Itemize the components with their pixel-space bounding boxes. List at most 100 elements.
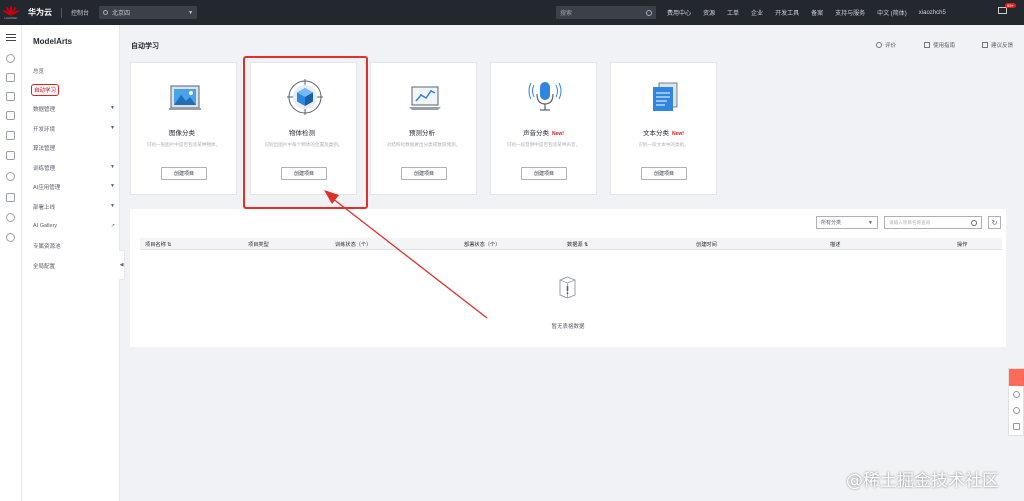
sidebar-item-overview[interactable]: 总览 [33, 67, 115, 75]
search-icon[interactable] [646, 9, 652, 16]
floating-toolbar [1008, 368, 1024, 436]
sidebar-item-deployment[interactable]: 部署上线 ▼ [33, 203, 115, 211]
card-name: 图像分类 [169, 130, 195, 137]
feedback-link[interactable]: 建议反馈 [982, 41, 1013, 49]
text-classification-icon [653, 82, 678, 111]
search-icon[interactable] [971, 219, 977, 226]
column-project-name[interactable]: 项目名称 ⇅ [145, 241, 172, 248]
card-description: 识别一张图片中是否包含某种物体。 [146, 142, 221, 147]
chevron-left-icon: ◀ [119, 262, 124, 268]
service-icon-rail [0, 25, 22, 501]
info-icon[interactable] [6, 233, 15, 242]
chevron-down-icon: ▼ [110, 203, 115, 209]
database-icon[interactable] [6, 172, 15, 181]
storage-icon[interactable] [6, 92, 15, 101]
language-selector[interactable]: 中文 (简体) [877, 8, 907, 17]
nav-link-enterprise[interactable]: 企业 [751, 8, 763, 17]
card-predictive-analytics: 预测分析 对结构化数据做出分类或数值预测。 创建项目 [370, 62, 477, 195]
modelarts-sidebar: ModelArts 总览 自动学习 数据管理 ▼ 开发环境 ▼ 算法管理 训练管理 ▼… [22, 25, 120, 501]
column-training-status: 训练状态（个） [335, 242, 372, 248]
compute-icon[interactable] [6, 73, 15, 82]
table-header: 项目名称 ⇅ 项目类型 训练状态（个） 部署状态（个） 数据源 ⇅ 创建时间 描… [140, 238, 1002, 250]
column-deploy-status: 部署状态（个） [464, 242, 501, 248]
sidebar-item-label: 总览 [33, 69, 45, 75]
huawei-logo[interactable]: HUAWEI [0, 0, 22, 25]
external-link-icon: ↗ [110, 223, 115, 229]
sidebar-collapse-handle[interactable]: ◀ [119, 250, 125, 280]
menu-icon[interactable] [6, 34, 16, 43]
globe-icon[interactable] [6, 213, 15, 222]
checklist-icon[interactable] [1013, 423, 1020, 430]
anchor-icon[interactable] [6, 193, 15, 202]
sidebar-item-auto-learning[interactable]: 自动学习 [30, 84, 60, 96]
refresh-button[interactable]: ↻ [988, 216, 1001, 229]
book-icon [924, 42, 930, 48]
sidebar-item-ai-gallery[interactable]: AI Gallery ↗ [33, 223, 115, 229]
nav-link-icp[interactable]: 备案 [811, 8, 823, 17]
create-project-button[interactable]: 创建项目 [161, 167, 207, 180]
nav-link-dev-tools[interactable]: 开发工具 [775, 8, 799, 17]
edit-icon [982, 42, 988, 48]
sidebar-item-algorithm-management[interactable]: 算法管理 [33, 144, 115, 152]
rate-link[interactable]: 评价 [876, 41, 896, 49]
brand-name[interactable]: 华为云 [28, 7, 52, 18]
home-icon[interactable] [6, 54, 15, 63]
chevron-down-icon: ▼ [110, 183, 115, 189]
sidebar-title: ModelArts [33, 37, 73, 46]
empty-box-icon [559, 276, 576, 299]
card-sound-classification: 声音分类 New! 识别一段音频中是否包含某种声音。 创建项目 [490, 62, 597, 195]
sidebar-item-dedicated-pool[interactable]: 专属资源池 [33, 242, 115, 250]
sidebar-item-global-config[interactable]: 全局配置 [33, 262, 115, 270]
location-pin-icon [103, 10, 109, 15]
card-image-classification: 图像分类 识别一张图片中是否包含某种物体。 创建项目 [130, 62, 237, 195]
sidebar-item-training-management[interactable]: 训练管理 ▼ [33, 164, 115, 172]
sort-icon: ⇅ [167, 242, 172, 248]
user-account[interactable]: xiaozhch5 [919, 10, 946, 16]
sidebar-item-label: 部署上线 [33, 205, 56, 211]
global-search-input[interactable]: 搜索 [556, 6, 656, 19]
project-search-input[interactable]: 请输入项目名称查询 [884, 216, 982, 229]
sidebar-item-label: 开发环境 [33, 127, 56, 133]
category-filter-select[interactable]: 所有分类 ▼ [816, 216, 878, 229]
create-project-button[interactable]: 创建项目 [641, 167, 687, 180]
sound-classification-icon [528, 82, 562, 111]
card-name: 预测分析 [409, 130, 435, 137]
chevron-down-icon: ▼ [110, 164, 115, 170]
sidebar-item-data-management[interactable]: 数据管理 ▼ [33, 105, 115, 113]
sidebar-item-label: 专属资源池 [33, 244, 61, 250]
card-name: 声音分类 New! [523, 130, 564, 137]
rate-label: 评价 [885, 43, 897, 49]
column-created-time: 创建时间 [696, 242, 717, 248]
chat-icon[interactable] [1009, 369, 1024, 386]
sidebar-item-ai-app-management[interactable]: AI应用管理 ▼ [33, 183, 115, 191]
empty-state-text: 暂无表格数据 [551, 324, 585, 330]
console-link[interactable]: 控制台 [71, 8, 89, 17]
region-selector[interactable]: 北京四 ▼ [99, 6, 198, 19]
search-placeholder: 搜索 [560, 11, 573, 17]
divider [61, 7, 62, 18]
sidebar-item-dev-environment[interactable]: 开发环境 ▼ [33, 125, 115, 133]
nav-link-support[interactable]: 支持与服务 [835, 8, 865, 17]
column-data-source[interactable]: 数据源 ⇅ [567, 241, 588, 248]
sidebar-item-label: 训练管理 [33, 166, 56, 172]
column-project-type: 项目类型 [248, 242, 269, 248]
chevron-down-icon: ▼ [110, 125, 115, 131]
nav-link-resources[interactable]: 资源 [703, 8, 715, 17]
nav-link-billing[interactable]: 费用中心 [667, 8, 691, 17]
service-icon[interactable] [1013, 391, 1020, 398]
mail-icon[interactable] [998, 7, 1007, 14]
sidebar-item-label: AI Gallery [33, 223, 58, 229]
nav-link-tickets[interactable]: 工单 [727, 8, 739, 17]
chevron-down-icon: ▼ [110, 105, 115, 111]
create-project-button[interactable]: 创建项目 [401, 167, 447, 180]
server-icon[interactable] [6, 131, 15, 140]
search-placeholder: 请输入项目名称查询 [889, 219, 931, 225]
create-project-button[interactable]: 创建项目 [521, 167, 567, 180]
smile-icon [876, 42, 882, 48]
document-icon[interactable] [6, 151, 15, 160]
image-classification-icon [169, 85, 201, 110]
clock-icon[interactable] [1013, 407, 1020, 414]
card-text-classification: 文本分类 New! 识别一段文本中的类别。 创建项目 [610, 62, 717, 195]
user-guide-link[interactable]: 使用指南 [924, 41, 955, 49]
cloud-icon[interactable] [6, 111, 15, 120]
